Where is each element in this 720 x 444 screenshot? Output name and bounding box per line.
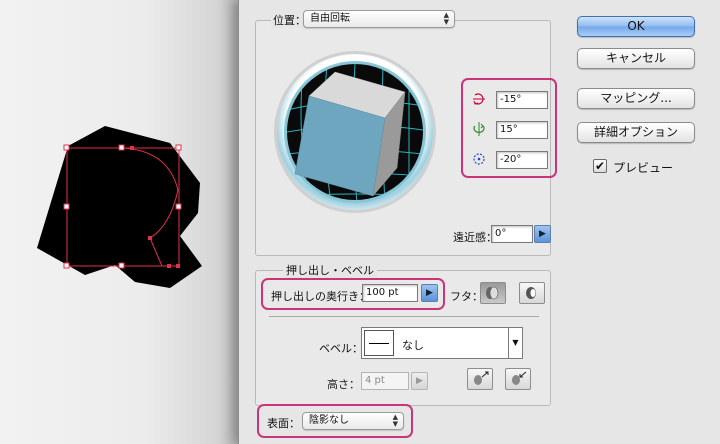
- anchor-handle: [175, 203, 182, 210]
- position-dropdown-value: 自由回転: [310, 13, 350, 24]
- anchor-handle: [63, 144, 70, 151]
- extrude-bevel-title: 押し出し・ベベル: [283, 262, 377, 278]
- preview-label[interactable]: プレビュー: [613, 159, 673, 176]
- bevel-dropdown-arrow-icon[interactable]: ▼: [509, 327, 523, 359]
- bevel-extent-out-icon: [474, 371, 489, 385]
- anchor-handle: [118, 144, 125, 151]
- bevel-height-field[interactable]: 4 pt: [361, 372, 409, 390]
- anchor-handle: [118, 262, 125, 269]
- bevel-height-label: 高さ：: [327, 378, 360, 391]
- bevel-extent-in-icon: [512, 371, 527, 385]
- preview-checkbox[interactable]: ✔: [593, 159, 607, 173]
- cap-off-button[interactable]: [519, 282, 545, 304]
- anchor-point: [148, 236, 152, 240]
- extrude-depth-field[interactable]: 100 pt: [362, 284, 418, 302]
- cap-on-button[interactable]: [480, 282, 506, 304]
- surface-dropdown-value: 陰影なし: [309, 415, 349, 426]
- surface-dropdown[interactable]: 陰影なし ▲ ▼: [302, 412, 404, 430]
- dropdown-arrows-icon: ▲ ▼: [392, 413, 398, 428]
- perspective-slider-button[interactable]: ▶: [534, 225, 551, 243]
- cap-off-icon: [526, 287, 536, 299]
- bevel-dropdown[interactable]: なし: [361, 327, 509, 359]
- mapping-button[interactable]: マッピング...: [577, 88, 695, 109]
- anchor-point: [176, 264, 180, 268]
- extrude-depth-label: 押し出しの奥行き：: [271, 290, 370, 303]
- anchor-point: [130, 146, 134, 150]
- artboard-canvas[interactable]: [0, 0, 240, 444]
- position-dropdown[interactable]: 自由回転 ▲ ▼: [303, 10, 455, 28]
- anchor-point: [167, 264, 171, 268]
- bevel-extent-out-button[interactable]: [467, 368, 493, 390]
- rotate-z-icon: [473, 153, 485, 165]
- 3d-extrude-bevel-options-dialog: 位置： 自由回転 ▲ ▼ -15° 15° -20° 遠近感： 0° ▶ 押し出…: [238, 0, 720, 444]
- rotate-x-icon: [473, 93, 485, 105]
- bevel-value: なし: [402, 339, 424, 352]
- perspective-field[interactable]: 0°: [491, 225, 533, 243]
- anchor-handle: [175, 144, 182, 151]
- rotation-trackcube[interactable]: [273, 50, 437, 214]
- ok-button[interactable]: OK: [577, 16, 695, 37]
- rotate-z-field[interactable]: -20°: [496, 151, 548, 169]
- surface-label: 表面：: [267, 417, 300, 430]
- cancel-button[interactable]: キャンセル: [577, 48, 695, 69]
- bevel-height-slider-button[interactable]: ▶: [411, 372, 428, 390]
- anchor-handle: [63, 262, 70, 269]
- cap-label: フタ：: [450, 290, 483, 303]
- bevel-label: ベベル：: [319, 342, 363, 355]
- dropdown-arrows-icon: ▲ ▼: [443, 11, 449, 26]
- extrude-depth-slider-button[interactable]: ▶: [421, 284, 438, 302]
- bevel-preview: [364, 330, 394, 356]
- extruded-shape-preview[interactable]: [30, 118, 205, 288]
- rotate-y-icon: [473, 122, 485, 136]
- more-options-button[interactable]: 詳細オプション: [577, 122, 695, 143]
- rotate-x-field[interactable]: -15°: [496, 91, 548, 109]
- bevel-extent-in-button[interactable]: [505, 368, 531, 390]
- separator: [269, 316, 539, 317]
- cap-on-icon: [486, 286, 499, 300]
- rotate-y-field[interactable]: 15°: [496, 121, 548, 139]
- anchor-handle: [63, 203, 70, 210]
